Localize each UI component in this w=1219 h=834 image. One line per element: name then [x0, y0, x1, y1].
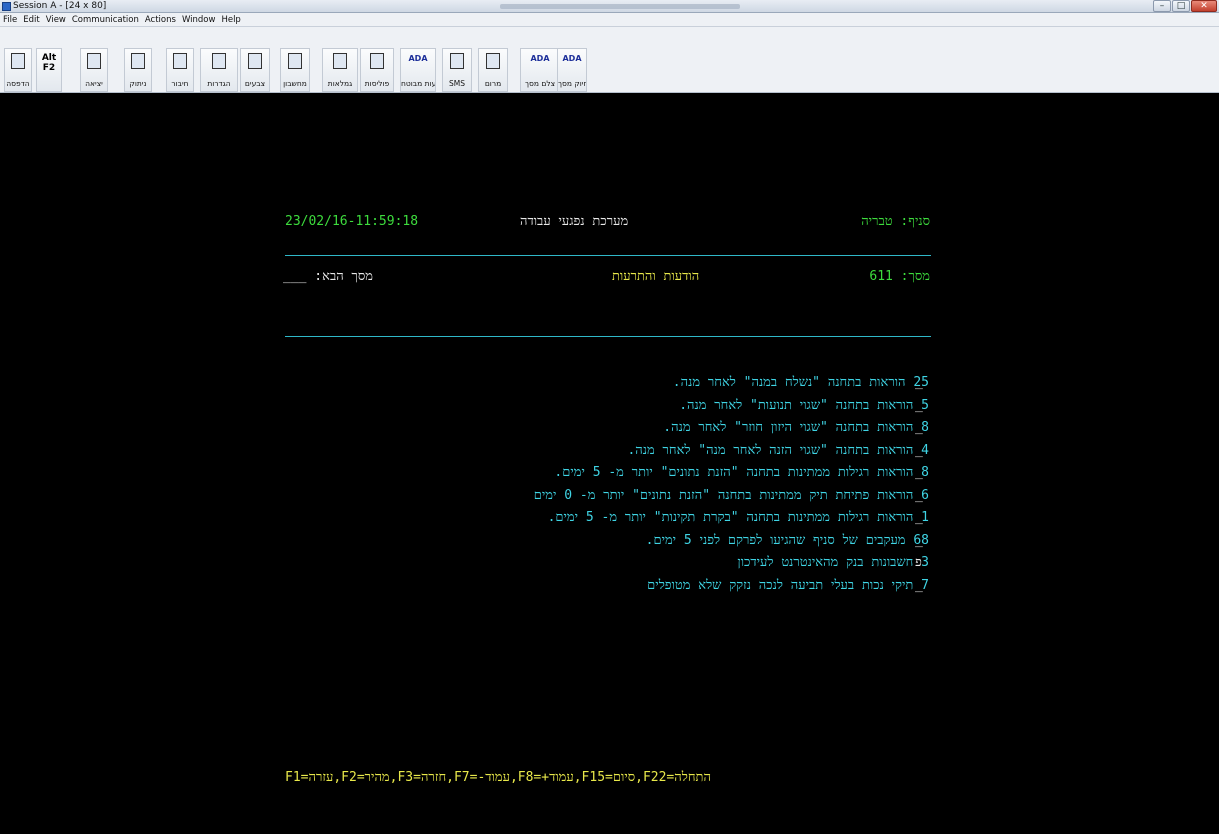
folder-icon [333, 53, 347, 69]
toolbar-button-disconnect[interactable]: ניתוק [124, 48, 152, 92]
title-bar: Session A - [24 x 80] – □ ✕ [0, 0, 1219, 13]
toolbar-label-connect: חיבור [171, 79, 189, 88]
minimize-button[interactable]: – [1153, 0, 1171, 12]
toolbar-button-colors[interactable]: צבעים [240, 48, 270, 92]
window-controls: – □ ✕ [1153, 0, 1217, 13]
menu-edit[interactable]: Edit [20, 13, 42, 26]
alert-line: 6 הוראות פתיחת תיק ממתינות בתחנה "הזנת נ… [533, 487, 929, 503]
app-icon [2, 2, 11, 11]
toolbar-label-policies: פוליסות [364, 79, 390, 88]
toolbar-button-screenshot[interactable]: ADA צלם מסך [520, 48, 560, 92]
toolbar-label-settings: הגדרות [207, 79, 231, 88]
alert-line: 3 חשבונות בנק מהאינטרנט לעידכון [737, 555, 929, 570]
printer-icon [11, 53, 25, 69]
close-button[interactable]: ✕ [1191, 0, 1217, 12]
colors-icon [248, 53, 262, 69]
toolbar-button-delscreen[interactable]: ADA חיוק מסך [557, 48, 587, 92]
alert-line: 8 הוראות רגילות ממתינות בתחנה "הזנת נתונ… [554, 465, 929, 480]
alert-line: 68 מעקבים של סניף שהגיעו לפרקם לפני 5 ימ… [645, 532, 929, 548]
alert-line: 5 הוראות בתחנה "שגוי תנועות" לאחר מנה. [679, 397, 929, 413]
ada-icon: ADA [530, 54, 550, 63]
ada-icon: ADA [562, 54, 582, 63]
sms-icon [450, 53, 464, 69]
alt-f2-icon: Alt F2 [41, 53, 57, 73]
menu-window[interactable]: Window [179, 13, 219, 26]
next-screen-input[interactable]: ___ :מסך הבא [283, 269, 373, 285]
disconnect-icon [131, 53, 145, 69]
toolbar-button-print[interactable]: הדפסה [4, 48, 32, 92]
branch: סניף: טבריה [861, 214, 930, 229]
toolbar-label-claim: מרום [484, 79, 502, 88]
settings-icon [212, 53, 226, 69]
menu-actions[interactable]: Actions [142, 13, 179, 26]
alert-line: 1 הוראות רגילות ממתינות בתחנה "בקרת תקינ… [547, 510, 929, 525]
menu-file[interactable]: File [0, 13, 20, 26]
terminal-screen: 23/02/16-11:59:18 מערכת נפגעי עבודה סניף… [0, 94, 1219, 834]
alert-line: 4 הוראות בתחנה "שגוי הזנה לאחר מנה" לאחר… [627, 442, 929, 458]
toolbar-label-benefits: גמלאות [327, 79, 353, 88]
function-keys: F1=עזרה,F2=מהיר,F3=חזרה,F7=-עמוד,F8=+עמו… [285, 770, 711, 785]
menu-view[interactable]: View [43, 13, 69, 26]
toolbar-label-sms: SMS [449, 79, 465, 88]
toolbar-label-screenshot: צלם מסך [524, 79, 556, 88]
datetime: 23/02/16-11:59:18 [285, 214, 419, 229]
toolbar-label-exit: יציאה [85, 79, 103, 88]
toolbar-button-connect[interactable]: חיבור [166, 48, 194, 92]
toolbar-label-delscreen: חיוק מסך [558, 79, 586, 88]
toolbar-label-calculator: מחשבון [283, 79, 307, 88]
toolbar-button-policies[interactable]: פוליסות [360, 48, 394, 92]
toolbar-button-messages[interactable]: ADA הודעות מבוטח [400, 48, 436, 92]
connect-icon [173, 53, 187, 69]
maximize-button[interactable]: □ [1172, 0, 1190, 12]
calculator-icon [288, 53, 302, 69]
alert-line: 7 תיקי נכות בעלי תביעה לנכה נזקק שלא מטו… [647, 577, 929, 593]
toolbar-label-print: הדפסה [6, 79, 30, 88]
menu-help[interactable]: Help [218, 13, 243, 26]
blurred-title-text [500, 4, 740, 9]
toolbar-label-messages: הודעות מבוטח [401, 79, 435, 88]
toolbar-button-altf2[interactable]: Alt F2 [36, 48, 62, 92]
menu-bar: File Edit View Communication Actions Win… [0, 13, 1219, 27]
toolbar-button-settings[interactable]: הגדרות [200, 48, 238, 92]
toolbar-button-claim[interactable]: מרום [478, 48, 508, 92]
divider-bottom [285, 336, 931, 337]
toolbar-label-disconnect: ניתוק [129, 79, 147, 88]
window-title: Session A - [24 x 80] [13, 1, 107, 11]
toolbar-button-calculator[interactable]: מחשבון [280, 48, 310, 92]
exit-icon [87, 53, 101, 69]
toolbar-button-exit[interactable]: יציאה [80, 48, 108, 92]
screen-number: מסך: 611 [869, 269, 930, 284]
system-name: מערכת נפגעי עבודה [520, 214, 629, 229]
ada-icon: ADA [408, 54, 428, 63]
toolbar-button-benefits[interactable]: גמלאות [322, 48, 358, 92]
toolbar-label-colors: צבעים [244, 79, 266, 88]
policy-icon [370, 53, 384, 69]
alert-line: 8 הוראות בתחנה "שגוי היזון חוזר" לאחר מנ… [663, 420, 929, 435]
screen-title: הודעות והתרעות [612, 269, 700, 284]
toolbar: הדפסה Alt F2 יציאה ניתוק חיבור הגדרות צבעים מחש… [0, 27, 1219, 93]
checklist-icon [486, 53, 500, 69]
toolbar-button-sms[interactable]: SMS [442, 48, 472, 92]
divider-top [285, 255, 931, 256]
alert-line: 25 הוראות בתחנה "נשלח במנה" לאחר מנה. [672, 375, 929, 390]
menu-communication[interactable]: Communication [69, 13, 142, 26]
